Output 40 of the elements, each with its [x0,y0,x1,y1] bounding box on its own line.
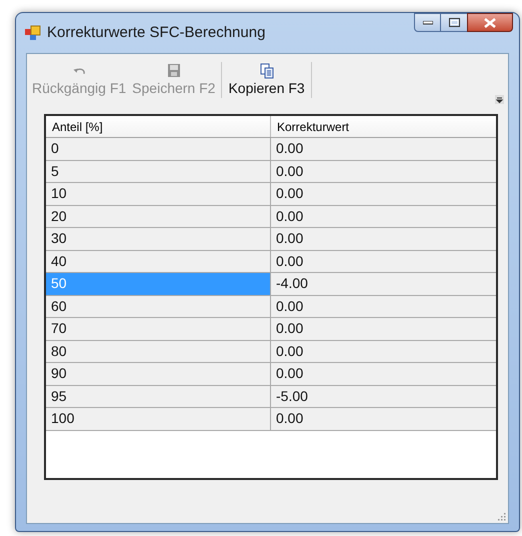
table-cell: 0.00 [271,160,496,182]
table-cell: 50 [46,273,271,294]
table-cell: 5 [46,160,271,182]
maximize-icon [448,18,460,27]
column-header[interactable]: Anteil [%] [46,116,271,137]
app-icon [25,25,41,41]
table-cell: 70 [46,318,271,340]
table-cell: 100 [46,408,271,430]
table-cell: -5.00 [271,386,496,407]
table-cell: 10 [46,183,271,204]
table-cell: 0.00 [271,318,496,340]
table-cell: 95 [46,386,271,407]
toolbar-button[interactable]: Kopieren F3 [225,54,308,106]
table-cell: 0.00 [271,206,496,227]
overflow-icon [495,95,504,104]
copy-icon [258,63,275,79]
close-icon [484,18,496,28]
table-cell: 0.00 [271,408,496,430]
table-cell: 90 [46,363,271,384]
table-cell: 30 [46,228,271,250]
undo-icon [73,68,86,74]
table-cell: 0 [46,138,271,160]
close-button[interactable] [467,13,513,32]
minimize-button[interactable] [414,13,441,32]
table-cell: 60 [46,296,271,317]
table-cell: 0.00 [271,296,496,317]
window-title: Korrekturwerte SFC-Berechnung [47,22,266,43]
table-cell: 0.00 [271,138,496,160]
table-cell: 40 [46,250,271,272]
maximize-button[interactable] [441,13,467,32]
table-cell: 0.00 [271,183,496,204]
table-cell: 80 [46,340,271,362]
minimize-icon [422,20,432,24]
resize-grip-icon [498,513,506,521]
table-cell: 0.00 [271,250,496,272]
table-cell: 0.00 [271,228,496,250]
table-cell: -4.00 [271,273,496,294]
table-cell: 0.00 [271,340,496,362]
table-cell: 20 [46,206,271,227]
table-cell: 0.00 [271,363,496,384]
